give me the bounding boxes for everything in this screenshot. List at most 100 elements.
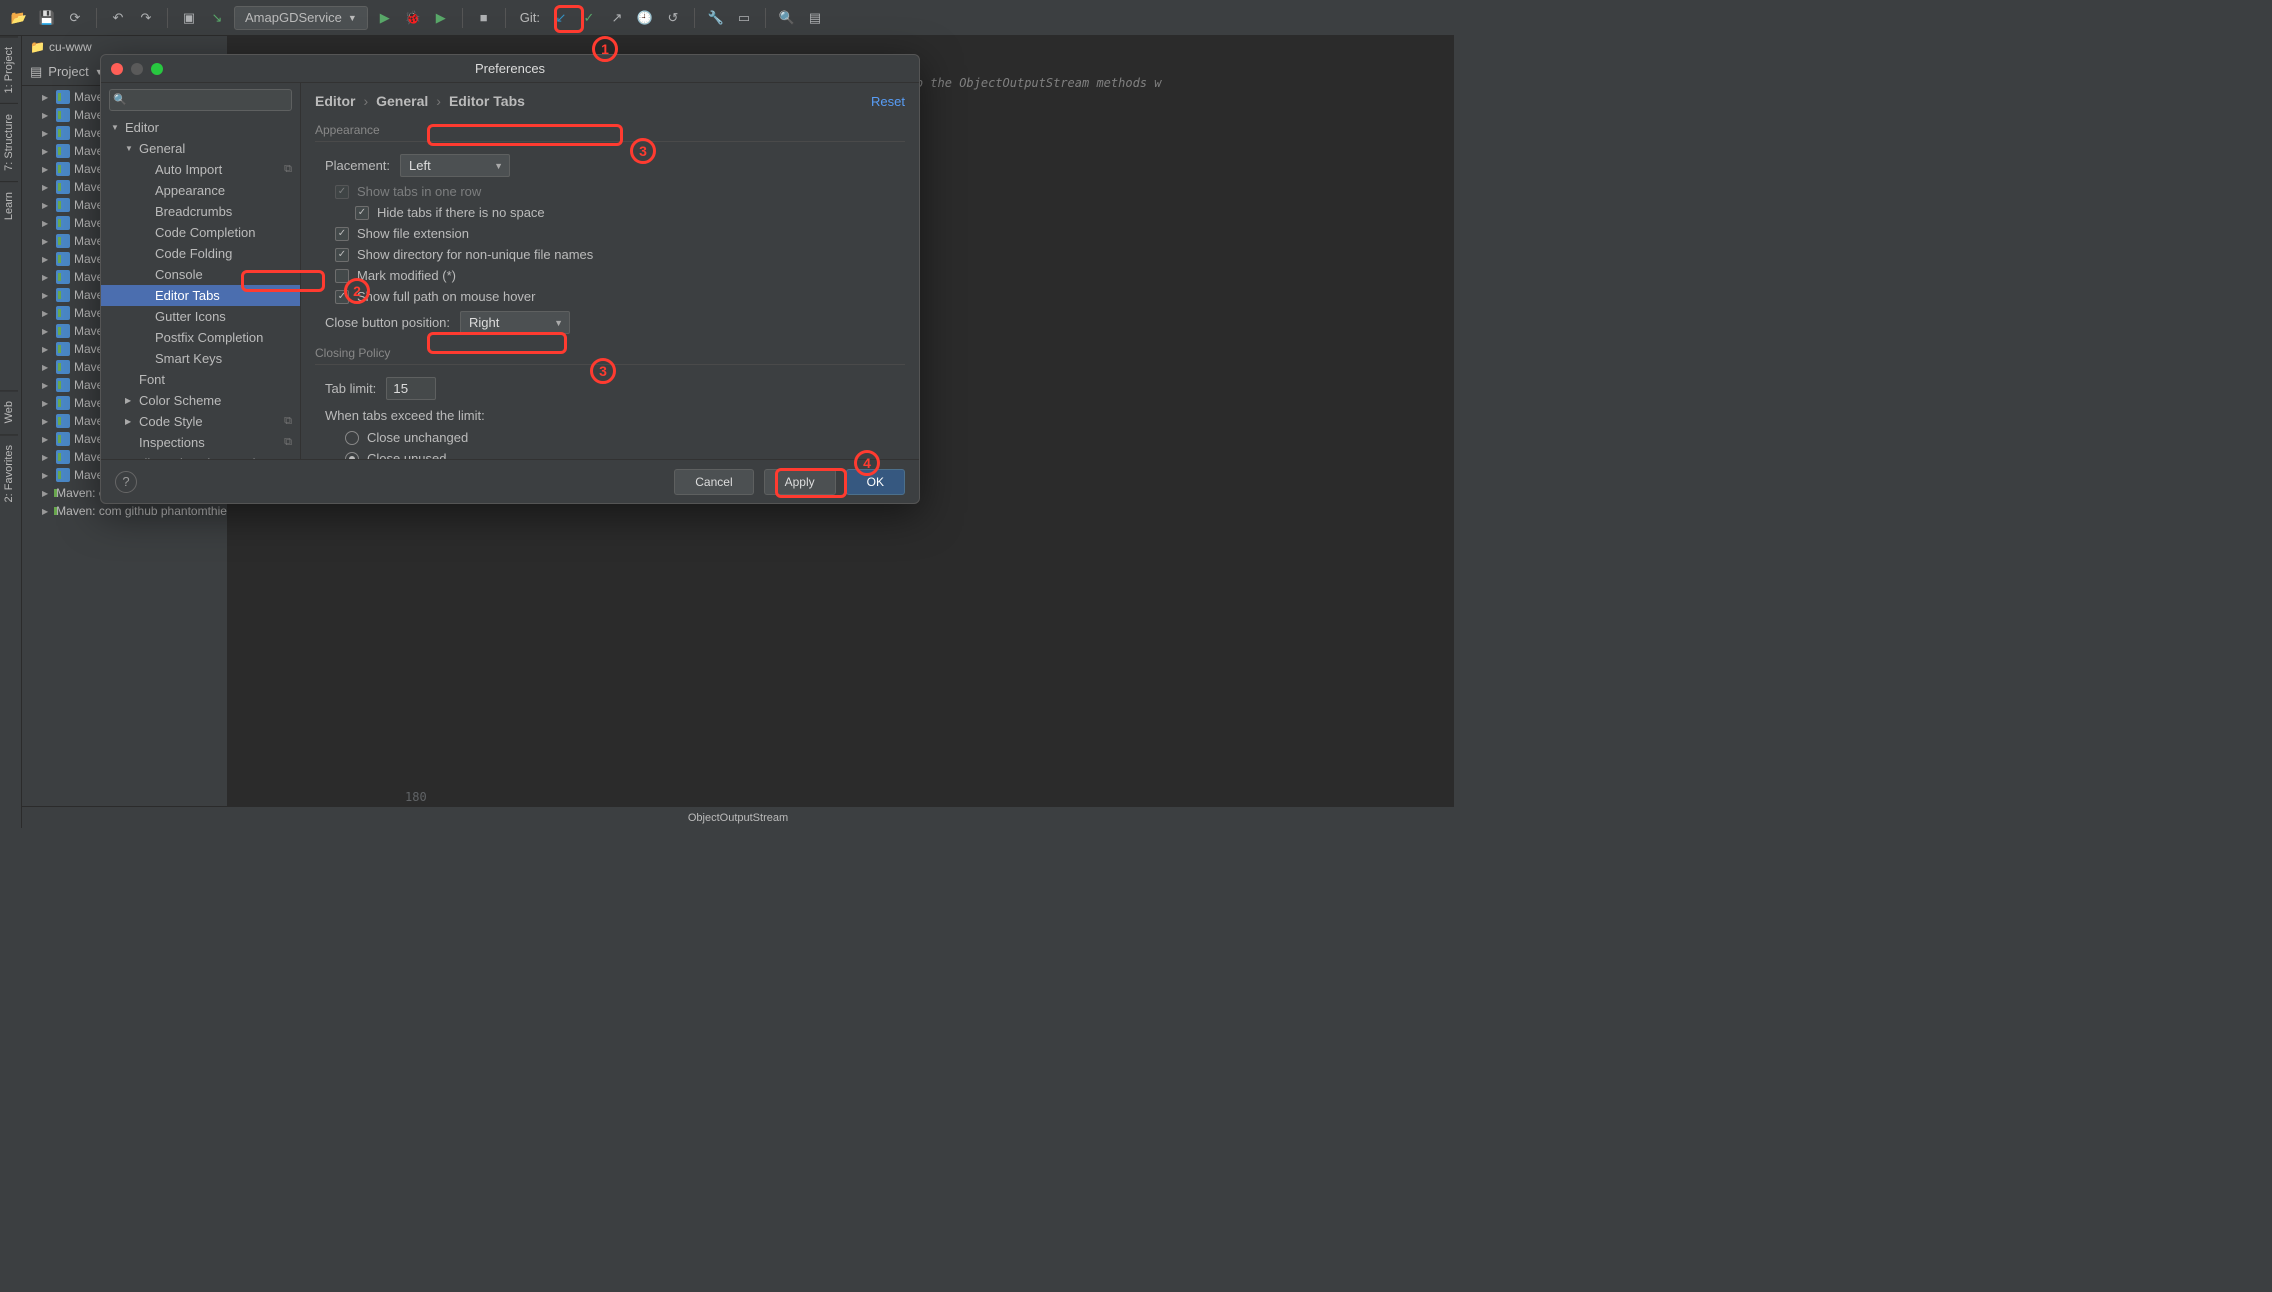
pref-tree-editor[interactable]: ▼Editor bbox=[101, 117, 300, 138]
build-icon[interactable]: ▣ bbox=[178, 7, 200, 29]
git-commit-icon[interactable]: ✓ bbox=[578, 7, 600, 29]
redo-icon[interactable]: ↷ bbox=[135, 7, 157, 29]
pref-tree-color-scheme[interactable]: ▶Color Scheme bbox=[101, 390, 300, 411]
pref-tree-gutter-icons[interactable]: Gutter Icons bbox=[101, 306, 300, 327]
module-icon bbox=[56, 270, 70, 284]
chk-full-path[interactable] bbox=[335, 290, 349, 304]
preferences-search-input[interactable] bbox=[109, 89, 292, 111]
sync-icon[interactable]: ⟳ bbox=[64, 7, 86, 29]
expand-icon: ▶ bbox=[42, 219, 52, 228]
todo-icon[interactable]: ▤ bbox=[804, 7, 826, 29]
pref-tree-breadcrumbs[interactable]: Breadcrumbs bbox=[101, 201, 300, 222]
preferences-tree[interactable]: ▼Editor▼GeneralAuto Import⧉ Appearance Bre… bbox=[101, 117, 300, 459]
git-history-icon[interactable]: 🕘 bbox=[634, 7, 656, 29]
close-pos-value: Right bbox=[469, 315, 499, 330]
gutter-tab-project[interactable]: 1: Project bbox=[0, 36, 18, 103]
pref-tree-general[interactable]: ▼General bbox=[101, 138, 300, 159]
project-header-label: Project bbox=[48, 64, 88, 79]
pref-tree-font[interactable]: Font bbox=[101, 369, 300, 390]
chk-hide-tabs[interactable] bbox=[355, 206, 369, 220]
crumb-editor[interactable]: Editor bbox=[315, 93, 355, 109]
pref-tree-auto-import[interactable]: Auto Import⧉ bbox=[101, 159, 300, 180]
gutter-tab-structure[interactable]: 7: Structure bbox=[0, 103, 18, 181]
git-pull-icon[interactable]: ↙ bbox=[550, 7, 572, 29]
save-icon[interactable]: 💾 bbox=[36, 7, 58, 29]
pref-tree-smart-keys[interactable]: Smart Keys bbox=[101, 348, 300, 369]
chk-one-row[interactable] bbox=[335, 185, 349, 199]
tree-node-label: General bbox=[139, 141, 185, 156]
tree-node-label: Appearance bbox=[155, 183, 225, 198]
cancel-button[interactable]: Cancel bbox=[674, 469, 753, 495]
git-push-icon[interactable]: ↗ bbox=[606, 7, 628, 29]
module-icon bbox=[56, 162, 70, 176]
pref-tree-console[interactable]: Console bbox=[101, 264, 300, 285]
separator bbox=[765, 8, 766, 28]
git-revert-icon[interactable]: ↺ bbox=[662, 7, 684, 29]
scope-badge-icon: ⧉ bbox=[284, 415, 292, 428]
tree-node-label: Code Folding bbox=[155, 246, 232, 261]
debug-icon[interactable]: 🐞 bbox=[402, 7, 424, 29]
pref-tree-code-style[interactable]: ▶Code Style⧉ bbox=[101, 411, 300, 432]
radio-close-unused[interactable] bbox=[345, 452, 359, 460]
placement-select[interactable]: Left ▼ bbox=[400, 154, 510, 177]
project-tree-item[interactable]: ▶Maven: com github phantomthief bbox=[22, 502, 227, 520]
caret-down-icon: ▼ bbox=[494, 161, 503, 171]
chk-one-row-label: Show tabs in one row bbox=[357, 184, 481, 199]
chk-show-dir[interactable] bbox=[335, 248, 349, 262]
caret-down-icon: ▼ bbox=[348, 13, 357, 23]
zoom-window-icon[interactable] bbox=[151, 63, 163, 75]
pref-tree-inspections[interactable]: Inspections⧉ bbox=[101, 432, 300, 453]
expand-icon: ▶ bbox=[42, 93, 52, 102]
run-config-label: AmapGDService bbox=[245, 10, 342, 25]
chk-mark-modified[interactable] bbox=[335, 269, 349, 283]
module-icon bbox=[56, 450, 70, 464]
window-controls bbox=[111, 63, 163, 75]
close-window-icon[interactable] bbox=[111, 63, 123, 75]
module-icon bbox=[56, 216, 70, 230]
ok-button[interactable]: OK bbox=[846, 469, 905, 495]
expand-icon: ▶ bbox=[42, 147, 52, 156]
module-icon bbox=[56, 306, 70, 320]
help-icon[interactable]: ? bbox=[115, 471, 137, 493]
radio-unused-label: Close unused bbox=[367, 451, 447, 459]
settings-icon[interactable]: 🔧 bbox=[705, 7, 727, 29]
tree-node-label: Color Scheme bbox=[139, 393, 221, 408]
gutter-tab-web[interactable]: Web bbox=[0, 390, 18, 433]
expand-icon: ▶ bbox=[42, 363, 52, 372]
stop-icon[interactable]: ■ bbox=[473, 7, 495, 29]
structure-icon[interactable]: ▭ bbox=[733, 7, 755, 29]
gutter-tab-learn[interactable]: Learn bbox=[0, 181, 18, 230]
line-number: 180 bbox=[405, 790, 427, 804]
undo-icon[interactable]: ↶ bbox=[107, 7, 129, 29]
preferences-sidebar: 🔍 ▼Editor▼GeneralAuto Import⧉AppearanceB… bbox=[101, 83, 301, 459]
pref-tree-code-completion[interactable]: Code Completion bbox=[101, 222, 300, 243]
tab-limit-input[interactable] bbox=[386, 377, 436, 400]
pref-tree-code-folding[interactable]: Code Folding bbox=[101, 243, 300, 264]
pref-tree-appearance[interactable]: Appearance bbox=[101, 180, 300, 201]
pref-tree-postfix-completion[interactable]: Postfix Completion bbox=[101, 327, 300, 348]
tab-limit-label: Tab limit: bbox=[325, 381, 376, 396]
breadcrumb: Editor › General › Editor Tabs Reset bbox=[301, 83, 919, 115]
expand-icon: ▶ bbox=[42, 399, 52, 408]
open-icon[interactable]: 📂 bbox=[8, 7, 30, 29]
expand-icon: ▶ bbox=[42, 291, 52, 300]
run-config-selector[interactable]: AmapGDService ▼ bbox=[234, 6, 368, 30]
coverage-icon[interactable]: ▶ bbox=[430, 7, 452, 29]
close-pos-select[interactable]: Right ▼ bbox=[460, 311, 570, 334]
minimize-window-icon[interactable] bbox=[131, 63, 143, 75]
status-text: ObjectOutputStream bbox=[688, 812, 788, 824]
apply-button[interactable]: Apply bbox=[764, 469, 836, 495]
reset-link[interactable]: Reset bbox=[871, 94, 905, 109]
run-icon[interactable]: ▶ bbox=[374, 7, 396, 29]
gutter-tab-favorites[interactable]: 2: Favorites bbox=[0, 434, 18, 512]
crumb-general[interactable]: General bbox=[376, 93, 428, 109]
dialog-titlebar: Preferences bbox=[101, 55, 919, 83]
expand-icon: ▶ bbox=[42, 381, 52, 390]
chk-file-ext[interactable] bbox=[335, 227, 349, 241]
pref-tree-editor-tabs[interactable]: Editor Tabs bbox=[101, 285, 300, 306]
close-pos-label: Close button position: bbox=[325, 315, 450, 330]
radio-close-unchanged[interactable] bbox=[345, 431, 359, 445]
expand-icon: ▶ bbox=[42, 471, 52, 480]
search-icon[interactable]: 🔍 bbox=[776, 7, 798, 29]
hammer-icon[interactable]: ↘ bbox=[206, 7, 228, 29]
